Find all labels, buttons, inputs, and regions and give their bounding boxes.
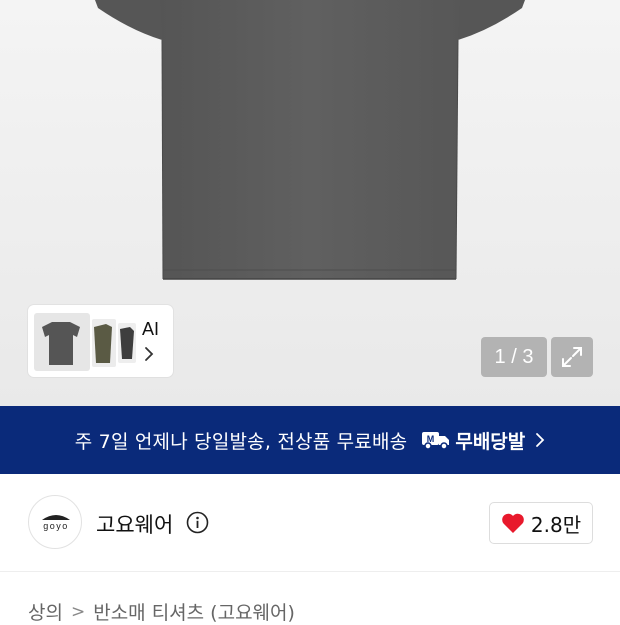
expand-icon — [562, 347, 582, 367]
shipping-promo-banner[interactable]: 주 7일 언제나 당일발송, 전상품 무료배송 M 무배당발 — [0, 406, 620, 474]
product-image-gallery[interactable]: AI 1 / 3 — [0, 0, 620, 406]
chevron-right-icon — [536, 433, 545, 447]
ai-label: AI — [142, 319, 160, 339]
brand-logo[interactable]: goyo — [28, 495, 82, 549]
logo-text: goyo — [43, 521, 69, 531]
chevron-right-icon: > — [70, 601, 86, 622]
ai-recommendation-thumbnail[interactable]: AI — [28, 305, 173, 377]
brand-name[interactable]: 고요웨어 — [96, 509, 173, 539]
image-counter: 1 / 3 — [481, 337, 547, 377]
breadcrumb-item-category[interactable]: 상의 — [28, 598, 63, 625]
banner-text: 주 7일 언제나 당일발송, 전상품 무료배송 — [74, 430, 408, 453]
tshirt-thumbnail-images — [34, 313, 136, 371]
brand-row: goyo 고요웨어 2.8만 — [0, 474, 620, 572]
like-count: 2.8만 — [530, 512, 582, 537]
svg-text:M: M — [427, 434, 435, 444]
goyo-logo-mark: goyo — [42, 515, 70, 531]
breadcrumb: 상의 > 반소매 티셔츠 (고요웨어) — [28, 598, 295, 625]
breadcrumb-item-subcategory[interactable]: 반소매 티셔츠 (고요웨어) — [93, 598, 295, 625]
expand-image-button[interactable] — [551, 337, 593, 377]
truck-icon: M — [422, 432, 450, 450]
free-shipping-label: 무배당발 — [455, 430, 526, 453]
like-button[interactable]: 2.8만 — [489, 502, 593, 544]
info-icon[interactable] — [186, 511, 209, 534]
chevron-right-icon — [145, 347, 154, 361]
heart-icon — [502, 513, 524, 533]
